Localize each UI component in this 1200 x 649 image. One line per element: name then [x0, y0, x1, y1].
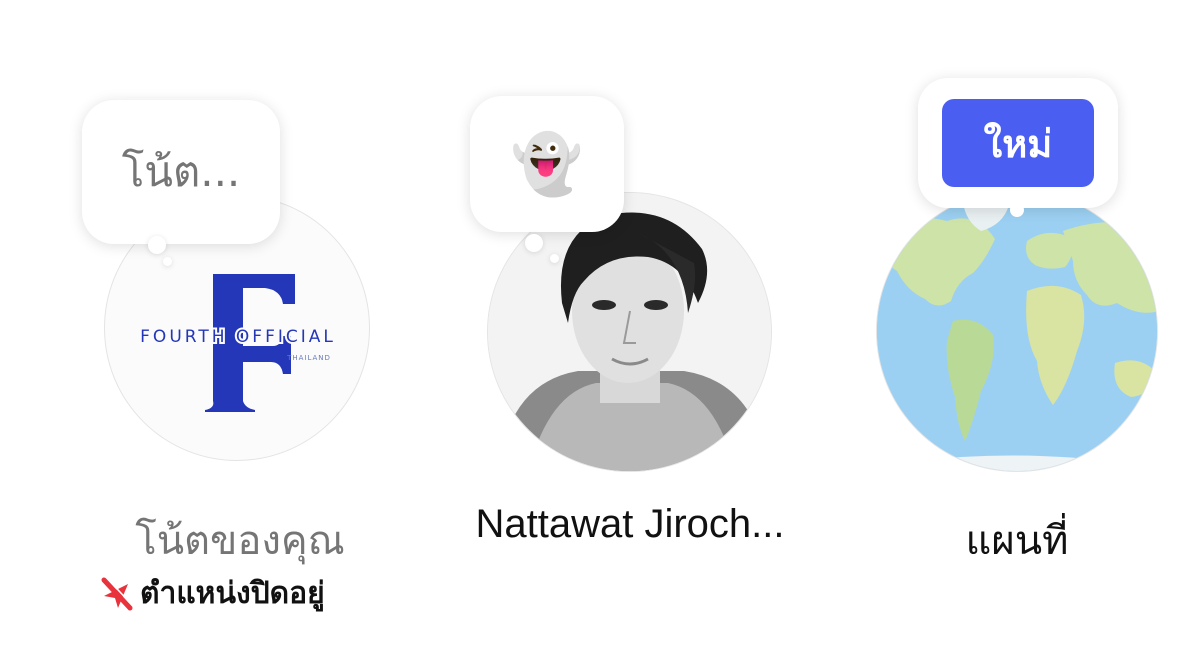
map-note-item[interactable]: ใหม่ แผนที่	[860, 0, 1190, 649]
friend-note-bubble[interactable]: 👻	[470, 96, 624, 232]
logo-subtext: THAILAND	[286, 354, 331, 362]
new-badge[interactable]: ใหม่	[942, 99, 1094, 187]
location-off-icon	[98, 576, 136, 612]
bubble-pointer	[1010, 203, 1024, 217]
bubble-tail-large	[525, 234, 543, 252]
your-note-label: โน้ตของคุณ	[135, 518, 345, 564]
map-label: แผนที่	[965, 518, 1069, 564]
note-input-bubble[interactable]: โน้ต...	[82, 100, 280, 244]
bubble-tail-small	[550, 254, 559, 263]
bubble-tail-large	[148, 236, 166, 254]
friend-note-item[interactable]: 👻 Nattawat Jiroch...	[430, 0, 830, 649]
bubble-tail-small	[163, 257, 172, 266]
note-placeholder: โน้ต...	[121, 147, 241, 196]
location-status[interactable]: ตำแหน่งปิดอยู่	[98, 570, 325, 617]
ghost-emoji: 👻	[510, 130, 584, 198]
logo-text: FOURTH OFFICIAL	[140, 327, 336, 347]
your-note-item[interactable]: FOURTH OFFICIAL THAILAND โน้ต... โน้ตของ…	[70, 0, 410, 649]
friend-name-label: Nattawat Jiroch...	[475, 502, 785, 546]
map-note-bubble[interactable]: ใหม่	[918, 78, 1118, 208]
location-status-text: ตำแหน่งปิดอยู่	[140, 576, 325, 611]
map-avatar[interactable]	[876, 190, 1158, 472]
world-map-icon	[877, 191, 1157, 471]
